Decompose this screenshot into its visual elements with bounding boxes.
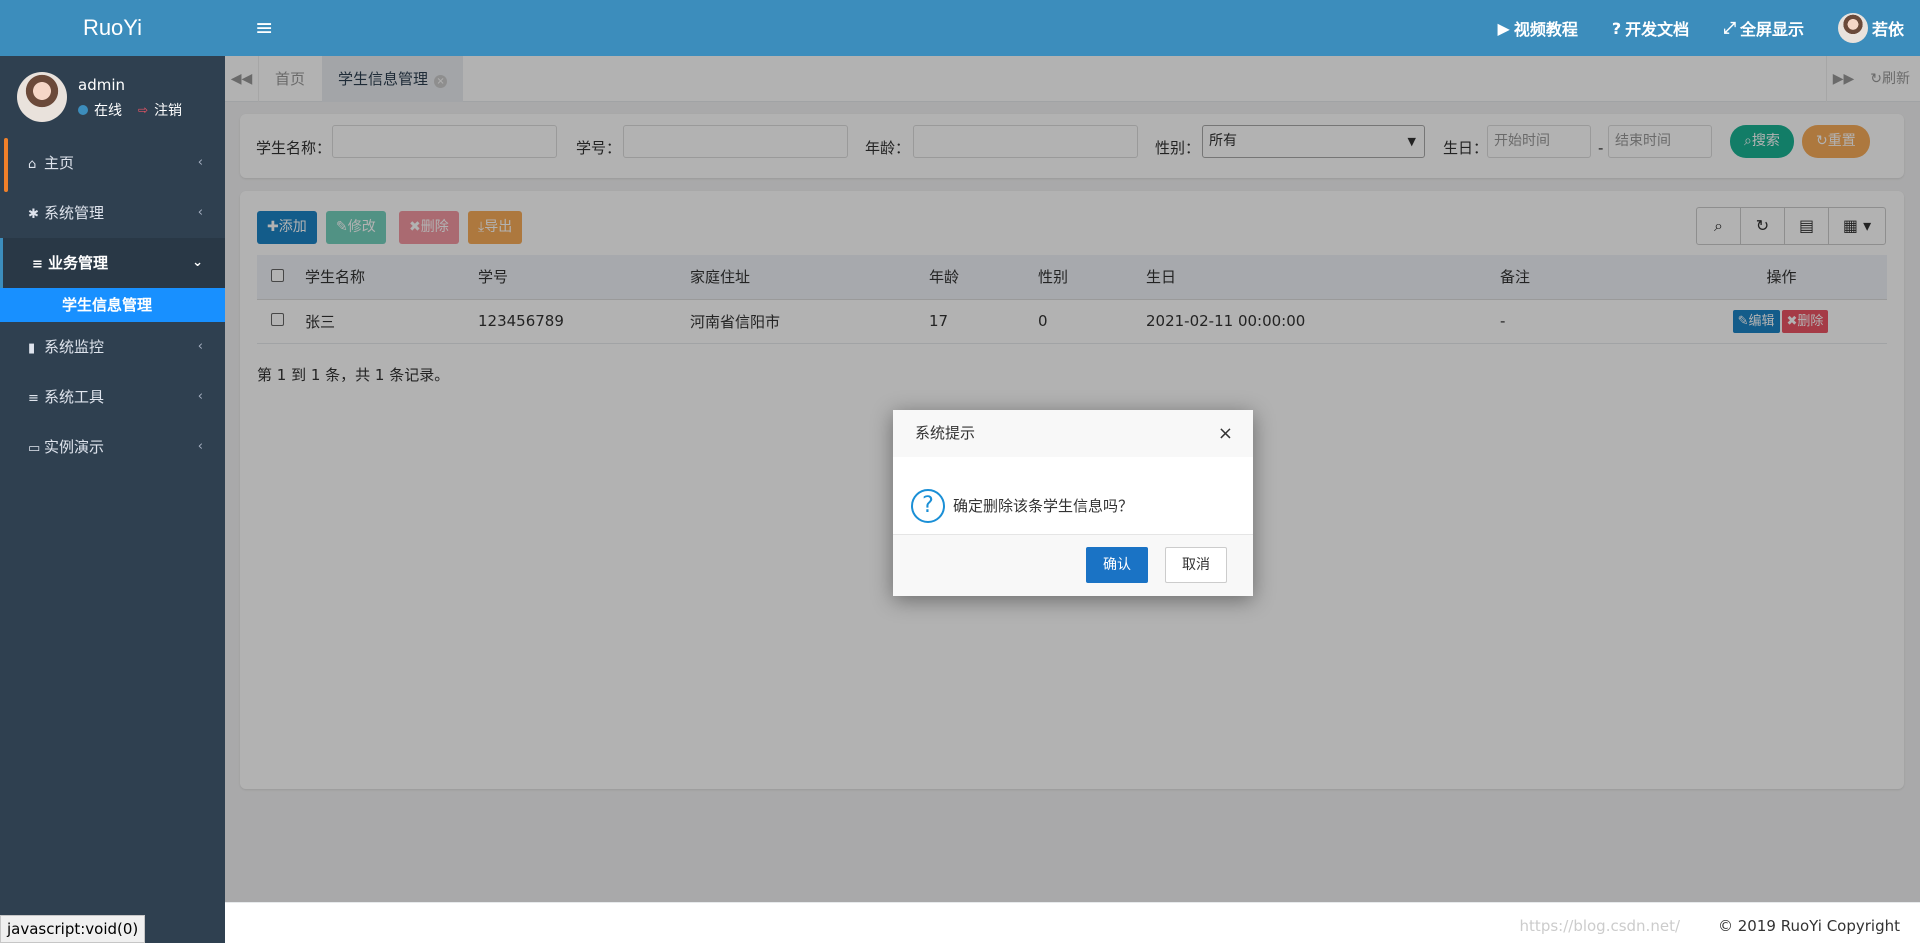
user-menu[interactable]: 若依 <box>1837 13 1904 43</box>
top-avatar <box>1837 13 1868 43</box>
video-icon: ▶ <box>1497 18 1510 38</box>
dialog-footer: 确认 取消 <box>893 534 1253 596</box>
chevron-left-icon: ‹ <box>197 439 203 454</box>
user-avatar[interactable] <box>17 72 67 122</box>
expand-icon: ⤢ <box>1723 18 1736 37</box>
user-name: admin <box>78 76 125 94</box>
fullscreen-link[interactable]: ⤢ 全屏显示 <box>1723 16 1804 40</box>
user-panel: admin 在线 ⇨ 注销 <box>0 56 225 138</box>
logout-link[interactable]: 注销 <box>154 100 182 120</box>
sidebar-item-demo[interactable]: ▭ 实例演示 ‹ <box>0 422 225 472</box>
sidebar-item-tools[interactable]: ≡ 系统工具 ‹ <box>0 372 225 422</box>
brand-logo[interactable]: RuoYi <box>0 0 225 56</box>
sidebar-subitem-student-info[interactable]: 学生信息管理 <box>0 288 225 322</box>
dev-docs-label: 开发文档 <box>1625 20 1690 39</box>
sidebar: RuoYi admin 在线 ⇨ 注销 ⌂ 主页 ‹ ✱ 系统管理 ‹ ≡ 业务管理 ⌄ 学… <box>0 0 225 943</box>
chevron-left-icon: ‹ <box>197 389 203 404</box>
sidebar-nav: ⌂ 主页 ‹ ✱ 系统管理 ‹ ≡ 业务管理 ⌄ 学生信息管理 ▮ 系统监控 ‹ ≡ 系统工具 ‹ … <box>0 138 225 472</box>
chevron-left-icon: ‹ <box>197 339 203 354</box>
sidebar-item-home[interactable]: ⌂ 主页 ‹ <box>0 138 225 188</box>
confirm-button[interactable]: 确认 <box>1086 547 1148 583</box>
user-status: 在线 ⇨ 注销 <box>78 100 182 120</box>
cancel-button[interactable]: 取消 <box>1165 547 1227 583</box>
watermark-text: https://blog.csdn.net/ <box>1519 917 1680 935</box>
sidebar-item-monitor[interactable]: ▮ 系统监控 ‹ <box>0 322 225 372</box>
dialog-header: 系统提示 × <box>893 410 1253 457</box>
dialog-title: 系统提示 <box>915 424 976 442</box>
sidebar-item-label: 实例演示 <box>44 438 105 456</box>
top-links: ▶ 视频教程 ? 开发文档 ⤢ 全屏显示 若依 <box>1498 0 1904 56</box>
menu-toggle-icon[interactable]: ≡ <box>255 16 273 41</box>
bars-icon: ≡ <box>32 257 43 272</box>
sidebar-item-label: 主页 <box>44 154 75 172</box>
sidebar-item-label: 系统监控 <box>44 338 105 356</box>
chevron-left-icon: ‹ <box>197 205 203 220</box>
top-navbar: ≡ ▶ 视频教程 ? 开发文档 ⤢ 全屏显示 若依 <box>225 0 1920 56</box>
close-icon[interactable]: × <box>1218 410 1233 457</box>
browser-status-bar: javascript:void(0) <box>0 915 146 943</box>
footer: https://blog.csdn.net/ © 2019 RuoYi Copy… <box>225 902 1920 943</box>
gear-icon: ✱ <box>28 207 39 222</box>
sidebar-item-label: 系统管理 <box>44 204 105 222</box>
copyright-text: © 2019 RuoYi Copyright <box>1718 917 1900 935</box>
video-tutorial-label: 视频教程 <box>1513 20 1578 39</box>
dev-docs-link[interactable]: ? 开发文档 <box>1612 16 1689 40</box>
video-tutorial-link[interactable]: ▶ 视频教程 <box>1498 16 1578 40</box>
logout-icon[interactable]: ⇨ <box>138 103 148 117</box>
question-circle-icon: ? <box>1611 18 1622 38</box>
home-icon: ⌂ <box>28 157 37 172</box>
video-icon: ▮ <box>28 341 36 356</box>
chevron-down-icon: ⌄ <box>192 255 203 270</box>
sidebar-item-label: 系统工具 <box>44 388 105 406</box>
dialog-body: ? 确定删除该条学生信息吗？ <box>893 457 1253 534</box>
fullscreen-label: 全屏显示 <box>1739 20 1804 39</box>
desktop-icon: ▭ <box>28 441 41 456</box>
sidebar-item-system[interactable]: ✱ 系统管理 ‹ <box>0 188 225 238</box>
question-icon: ? <box>911 488 945 523</box>
sidebar-item-label: 业务管理 <box>48 254 109 272</box>
dialog-message: 确定删除该条学生信息吗？ <box>953 497 1134 515</box>
bars-icon: ≡ <box>28 391 39 406</box>
online-label: 在线 <box>94 103 122 119</box>
sidebar-item-business[interactable]: ≡ 业务管理 ⌄ <box>0 238 225 288</box>
confirm-dialog: 系统提示 × ? 确定删除该条学生信息吗？ 确认 取消 <box>893 410 1253 596</box>
chevron-left-icon: ‹ <box>197 155 203 170</box>
top-user-name: 若依 <box>1871 20 1904 39</box>
online-dot-icon <box>78 105 88 115</box>
